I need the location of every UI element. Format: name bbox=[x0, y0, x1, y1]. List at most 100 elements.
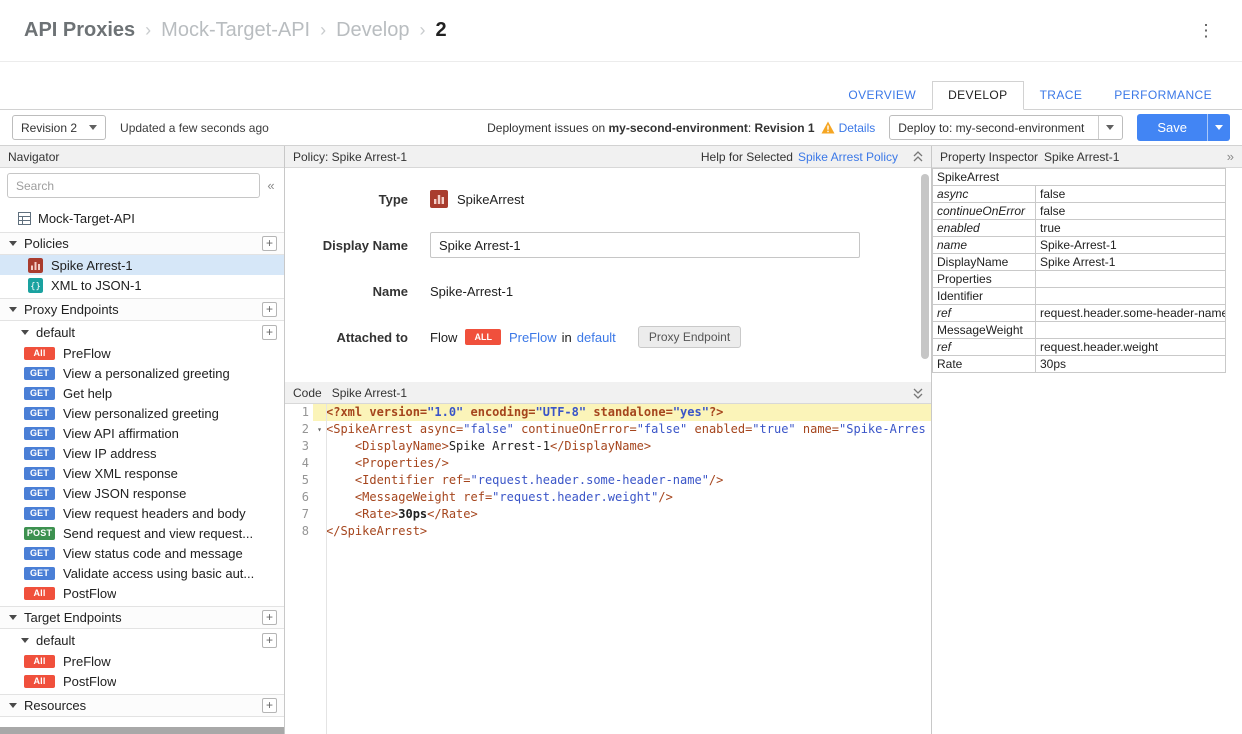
fold-toggle-icon[interactable]: ▾ bbox=[313, 421, 326, 438]
code-lines: 1<?xml version="1.0" encoding="UTF-8" st… bbox=[285, 404, 931, 540]
tree-item-label: Proxy Endpoints bbox=[24, 302, 119, 317]
deployment-issues-message: Deployment issues on my-second-environme… bbox=[487, 121, 875, 135]
tree-item-label: View personalized greeting bbox=[63, 406, 219, 421]
property-row-continueonerror[interactable]: continueOnErrorfalse bbox=[933, 203, 1226, 220]
chevron-down-icon[interactable] bbox=[9, 241, 17, 246]
vertical-scrollbar[interactable] bbox=[921, 174, 929, 359]
code-text: <Identifier ref="request.header.some-hea… bbox=[326, 472, 931, 489]
search-input[interactable] bbox=[7, 173, 260, 198]
add-button[interactable]: + bbox=[262, 302, 277, 317]
tree-section-proxy-endpoints[interactable]: Proxy Endpoints + bbox=[0, 298, 284, 321]
deploy-to-select[interactable]: Deploy to: my-second-environment bbox=[889, 115, 1123, 140]
tree-section-resources[interactable]: Resources+ bbox=[0, 694, 284, 717]
property-row-rate[interactable]: Rate30ps bbox=[933, 356, 1226, 373]
save-button[interactable]: Save bbox=[1137, 114, 1207, 141]
property-name: MessageWeight bbox=[933, 322, 1036, 339]
add-button[interactable]: + bbox=[262, 325, 277, 340]
code-line-2[interactable]: 2▾<SpikeArrest async="false" continueOnE… bbox=[285, 421, 931, 438]
property-row-identifier[interactable]: Identifier bbox=[933, 288, 1226, 305]
tree-flow-view-json-response[interactable]: GETView JSON response bbox=[0, 483, 284, 503]
tree-flow-validate-access-using-basic-aut[interactable]: GETValidate access using basic aut... bbox=[0, 563, 284, 583]
property-row-displayname[interactable]: DisplayNameSpike Arrest-1 bbox=[933, 254, 1226, 271]
tree-item-label: Send request and view request... bbox=[63, 526, 253, 541]
chevron-down-icon[interactable] bbox=[9, 703, 17, 708]
chevron-down-icon[interactable] bbox=[9, 615, 17, 620]
property-row-ref[interactable]: refrequest.header.some-header-name bbox=[933, 305, 1226, 322]
save-menu-button[interactable] bbox=[1207, 114, 1230, 141]
chevron-down-icon[interactable] bbox=[21, 638, 29, 643]
code-line-4[interactable]: 4 <Properties/> bbox=[285, 455, 931, 472]
display-name-input[interactable] bbox=[430, 232, 860, 258]
proxy-endpoint-button[interactable]: Proxy Endpoint bbox=[638, 326, 741, 348]
tab-overview[interactable]: OVERVIEW bbox=[832, 81, 932, 110]
breadcrumb-develop[interactable]: Develop bbox=[336, 19, 409, 42]
tree-flow-view-api-affirmation[interactable]: GETView API affirmation bbox=[0, 423, 284, 443]
code-line-5[interactable]: 5 <Identifier ref="request.header.some-h… bbox=[285, 472, 931, 489]
code-text: <Properties/> bbox=[326, 455, 931, 472]
tree-item-label: XML to JSON-1 bbox=[51, 278, 142, 293]
tree-policy-spike-arrest-1[interactable]: Spike Arrest-1 bbox=[0, 255, 284, 275]
property-row-ref[interactable]: refrequest.header.weight bbox=[933, 339, 1226, 356]
tree-item-label: View XML response bbox=[63, 466, 178, 481]
tree-flow-view-status-code-and-message[interactable]: GETView status code and message bbox=[0, 543, 284, 563]
code-line-8[interactable]: 8</SpikeArrest> bbox=[285, 523, 931, 540]
tree-flow-send-request-and-view-request[interactable]: POSTSend request and view request... bbox=[0, 523, 284, 543]
navigator-search-row: « bbox=[0, 168, 284, 202]
default-endpoint-link[interactable]: default bbox=[577, 330, 616, 345]
tree-flow-preflow[interactable]: AllPreFlow bbox=[0, 651, 284, 671]
tree-flow-get-help[interactable]: GETGet help bbox=[0, 383, 284, 403]
property-row-messageweight[interactable]: MessageWeight bbox=[933, 322, 1226, 339]
property-row-name[interactable]: nameSpike-Arrest-1 bbox=[933, 237, 1226, 254]
breadcrumb-proxy-name[interactable]: Mock-Target-API bbox=[161, 19, 310, 42]
tree-flow-view-a-personalized-greeting[interactable]: GETView a personalized greeting bbox=[0, 363, 284, 383]
inspector-header: Property Inspector Spike Arrest-1 » bbox=[932, 146, 1242, 168]
property-row-spikearrest[interactable]: SpikeArrest bbox=[933, 169, 1226, 186]
add-button[interactable]: + bbox=[262, 698, 277, 713]
tree-section-policies[interactable]: Policies+ bbox=[0, 232, 284, 255]
tab-trace[interactable]: TRACE bbox=[1024, 81, 1099, 110]
add-button[interactable]: + bbox=[262, 236, 277, 251]
tab-develop[interactable]: DEVELOP bbox=[932, 81, 1024, 110]
tree-flow-view-request-headers-and-body[interactable]: GETView request headers and body bbox=[0, 503, 284, 523]
line-number: 1 bbox=[285, 404, 313, 421]
code-line-1[interactable]: 1<?xml version="1.0" encoding="UTF-8" st… bbox=[285, 404, 931, 421]
collapse-up-icon[interactable] bbox=[913, 151, 923, 163]
tree-policy-xml-to-json-1[interactable]: {}XML to JSON-1 bbox=[0, 275, 284, 295]
property-row-async[interactable]: asyncfalse bbox=[933, 186, 1226, 203]
add-button[interactable]: + bbox=[262, 633, 277, 648]
tree-flow-postflow[interactable]: AllPostFlow bbox=[0, 671, 284, 691]
tree-flow-postflow[interactable]: AllPostFlow bbox=[0, 583, 284, 603]
tree-section-target-endpoints[interactable]: Target Endpoints+ bbox=[0, 606, 284, 629]
kebab-menu-icon[interactable]: ⋮ bbox=[1194, 22, 1218, 39]
expand-down-icon[interactable] bbox=[913, 387, 923, 399]
breadcrumb-api-proxies[interactable]: API Proxies bbox=[24, 19, 135, 42]
policy-form: Type SpikeArrest Display Name Na bbox=[285, 168, 931, 382]
expand-panel-icon[interactable]: » bbox=[1227, 149, 1234, 164]
policy-help-link[interactable]: Spike Arrest Policy bbox=[798, 150, 898, 164]
code-editor[interactable]: 1<?xml version="1.0" encoding="UTF-8" st… bbox=[285, 404, 931, 734]
tree-flow-view-ip-address[interactable]: GETView IP address bbox=[0, 443, 284, 463]
chevron-down-icon[interactable] bbox=[9, 307, 17, 312]
property-row-enabled[interactable]: enabledtrue bbox=[933, 220, 1226, 237]
add-button[interactable]: + bbox=[262, 610, 277, 625]
horizontal-scrollbar[interactable] bbox=[0, 727, 284, 734]
revision-select[interactable]: Revision 2 bbox=[12, 115, 106, 140]
code-label: Code bbox=[293, 386, 322, 400]
property-name: Identifier bbox=[933, 288, 1036, 305]
tree-folder-default[interactable]: default+ bbox=[0, 321, 284, 343]
tree-root-mock-target-api[interactable]: Mock-Target-API bbox=[0, 207, 284, 229]
code-line-7[interactable]: 7 <Rate>30ps</Rate> bbox=[285, 506, 931, 523]
line-number: 4 bbox=[285, 455, 313, 472]
preflow-link[interactable]: PreFlow bbox=[509, 330, 557, 345]
tab-performance[interactable]: PERFORMANCE bbox=[1098, 81, 1228, 110]
tree-flow-view-personalized-greeting[interactable]: GETView personalized greeting bbox=[0, 403, 284, 423]
property-row-properties[interactable]: Properties bbox=[933, 271, 1226, 288]
tree-flow-view-xml-response[interactable]: GETView XML response bbox=[0, 463, 284, 483]
code-line-3[interactable]: 3 <DisplayName>Spike Arrest-1</DisplayNa… bbox=[285, 438, 931, 455]
chevron-down-icon[interactable] bbox=[21, 330, 29, 335]
collapse-panel-icon[interactable]: « bbox=[260, 178, 282, 193]
code-line-6[interactable]: 6 <MessageWeight ref="request.header.wei… bbox=[285, 489, 931, 506]
tree-flow-preflow[interactable]: AllPreFlow bbox=[0, 343, 284, 363]
tree-folder-default[interactable]: default+ bbox=[0, 629, 284, 651]
details-link[interactable]: Details bbox=[839, 121, 876, 135]
